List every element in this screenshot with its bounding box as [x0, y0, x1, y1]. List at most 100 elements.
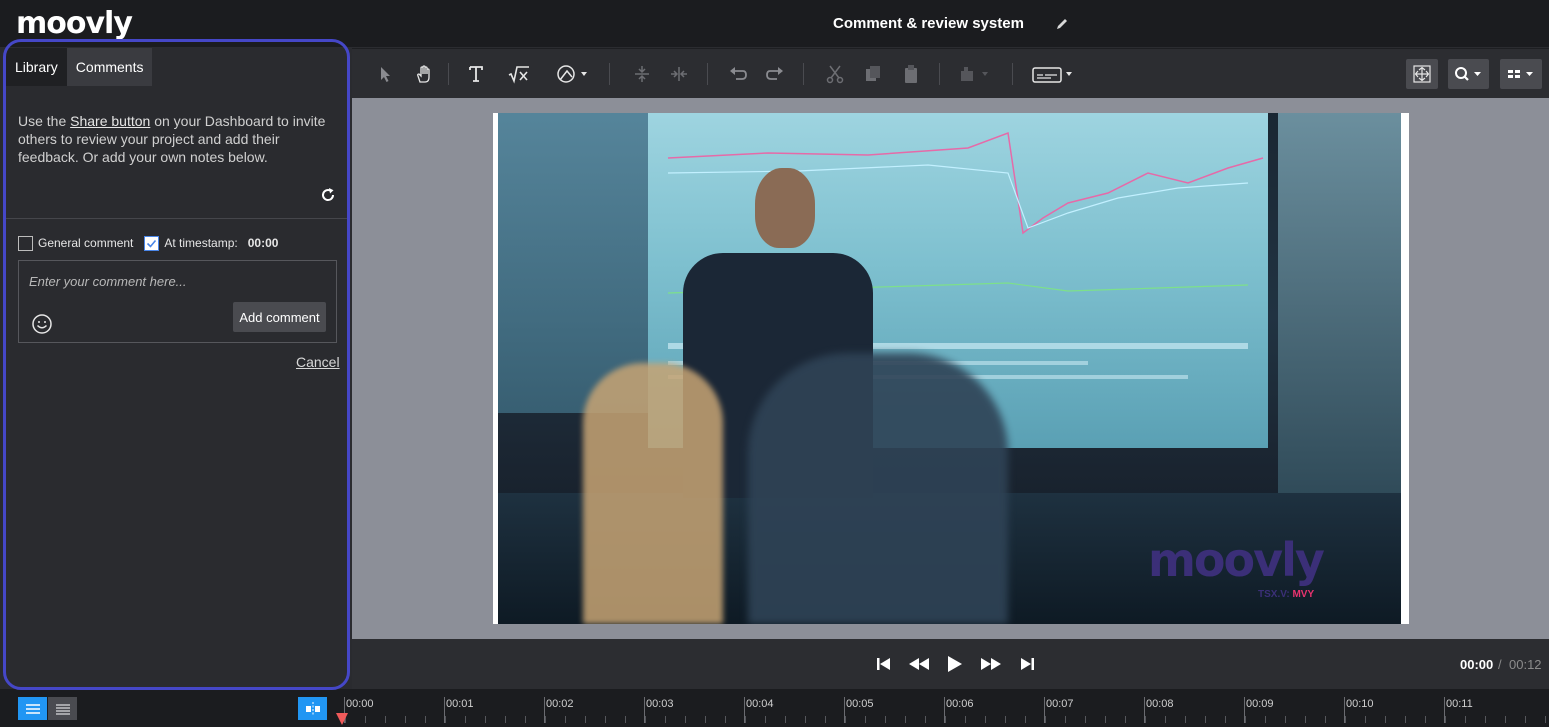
at-timestamp-checkbox[interactable] [144, 235, 160, 251]
timeline-tick-label: 00:05 [846, 698, 874, 710]
align-horizontal-icon[interactable] [668, 63, 690, 85]
paste-icon[interactable] [900, 63, 922, 85]
total-time: 00:12 [1509, 657, 1542, 672]
timeline-tick-mark [744, 697, 745, 723]
timeline-tick-label: 00:08 [1146, 698, 1174, 710]
ticker-symbol: MVY [1292, 589, 1315, 600]
toolbar-separator [609, 63, 610, 85]
timeline-snap-button[interactable] [298, 697, 327, 720]
toolbar-separator [803, 63, 804, 85]
timeline-tick-mark [844, 697, 845, 723]
tab-library[interactable]: Library [6, 48, 67, 86]
skip-to-end-icon[interactable] [1017, 655, 1037, 673]
compact-list-icon [55, 703, 70, 715]
play-icon[interactable] [944, 655, 964, 673]
cut-icon[interactable] [824, 63, 846, 85]
timeline-tick-label: 00:11 [1446, 698, 1473, 710]
project-title[interactable]: Comment & review system [833, 15, 1024, 32]
general-comment-checkbox[interactable] [18, 235, 33, 251]
timeline-tick-label: 00:00 [346, 698, 374, 710]
at-timestamp-label: At timestamp: [164, 236, 238, 250]
timeline-tick-mark [1144, 697, 1145, 723]
zoom-button[interactable] [1448, 59, 1489, 89]
rewind-icon[interactable] [907, 655, 931, 673]
timeline-tick-mark [1044, 697, 1045, 723]
timeline-view-compact-button[interactable] [48, 697, 77, 720]
scene-window [1278, 113, 1401, 533]
timeline-tick-mark [944, 697, 945, 723]
timeline-tick-mark [644, 697, 645, 723]
timeline-tick-mark [544, 697, 545, 723]
panel-tabs: Library Comments [6, 48, 153, 86]
top-bar: moovly Comment & review system [0, 0, 1549, 48]
comment-type-row: General comment At timestamp: 00:00 [18, 234, 278, 252]
comments-panel: Library Comments Use the Share button on… [0, 48, 352, 689]
scene-attendee-left [583, 363, 723, 624]
timeline-tick-label: 00:03 [646, 698, 674, 710]
fast-forward-icon[interactable] [979, 655, 1003, 673]
skip-to-start-icon[interactable] [874, 655, 894, 673]
timeline-tick-label: 00:01 [446, 698, 474, 710]
timeline-tick-label: 00:06 [946, 698, 974, 710]
timeline-tick-label: 00:10 [1346, 698, 1374, 710]
help-prefix: Use the [18, 113, 71, 129]
comment-box: Add comment [18, 260, 337, 343]
timeline[interactable]: 00:00 00:01 00:02 00:03 00:04 00:05 00:06 00:07… [0, 689, 1549, 727]
layout-icon [1508, 70, 1533, 78]
text-icon[interactable] [465, 63, 487, 85]
playhead-icon[interactable] [335, 712, 349, 726]
stage-canvas[interactable]: moovly TSX.V: MVY [352, 98, 1549, 639]
ticker-prefix: TSX.V: [1258, 589, 1293, 600]
comment-input[interactable] [29, 271, 319, 291]
editor-toolbar [352, 49, 1549, 98]
video-watermark-ticker: TSX.V: MVY [1258, 589, 1314, 600]
timestamp-value: 00:00 [247, 236, 279, 250]
add-comment-button[interactable]: Add comment [233, 302, 326, 332]
presenter-head [755, 168, 815, 248]
snap-icon [305, 701, 320, 716]
toolbar-separator [939, 63, 940, 85]
layout-button[interactable] [1500, 59, 1542, 89]
fill-icon[interactable] [958, 63, 994, 85]
current-time: 00:00 [1460, 657, 1494, 672]
redo-icon[interactable] [764, 63, 786, 85]
time-separator: / [1498, 657, 1502, 672]
scene-attendee-center [748, 353, 1008, 624]
panel-divider [6, 218, 349, 219]
toolbar-separator [707, 63, 708, 85]
copy-icon[interactable] [862, 63, 884, 85]
timeline-tick-label: 00:07 [1046, 698, 1074, 710]
timeline-tick-mark [1344, 697, 1345, 723]
caption-icon[interactable] [1031, 63, 1077, 85]
pencil-icon[interactable] [1055, 17, 1069, 31]
general-comment-label: General comment [38, 236, 134, 250]
timeline-tick-label: 00:02 [546, 698, 574, 710]
select-icon[interactable] [374, 63, 396, 85]
refresh-icon[interactable] [319, 186, 337, 204]
timeline-tick-mark [1244, 697, 1245, 723]
toolbar-separator [1012, 63, 1013, 85]
fit-screen-icon [1413, 65, 1431, 83]
timeline-tick-mark [1444, 697, 1445, 723]
timeline-tick-label: 00:09 [1246, 698, 1274, 710]
timeline-tick-mark [444, 697, 445, 723]
formula-icon[interactable] [508, 63, 530, 85]
logo-text: moovly [16, 6, 133, 41]
undo-icon[interactable] [727, 63, 749, 85]
fit-screen-button[interactable] [1406, 59, 1438, 89]
moovly-logo[interactable]: moovly [16, 6, 133, 41]
list-icon [25, 703, 40, 714]
share-button-link[interactable]: Share button [70, 113, 150, 129]
video-frame[interactable]: moovly TSX.V: MVY [493, 113, 1409, 624]
cancel-link[interactable]: Cancel [296, 354, 340, 370]
checkmark-icon [147, 239, 157, 248]
timeline-view-expanded-button[interactable] [18, 697, 47, 720]
hand-icon[interactable] [413, 63, 435, 85]
shape-icon[interactable] [555, 63, 591, 85]
align-vertical-icon[interactable] [631, 63, 653, 85]
help-text: Use the Share button on your Dashboard t… [18, 112, 338, 166]
timeline-ruler [345, 716, 1549, 723]
emoji-icon[interactable] [31, 313, 53, 335]
tab-comments[interactable]: Comments [66, 48, 153, 86]
playback-bar: 00:00 / 00:12 [352, 639, 1549, 689]
